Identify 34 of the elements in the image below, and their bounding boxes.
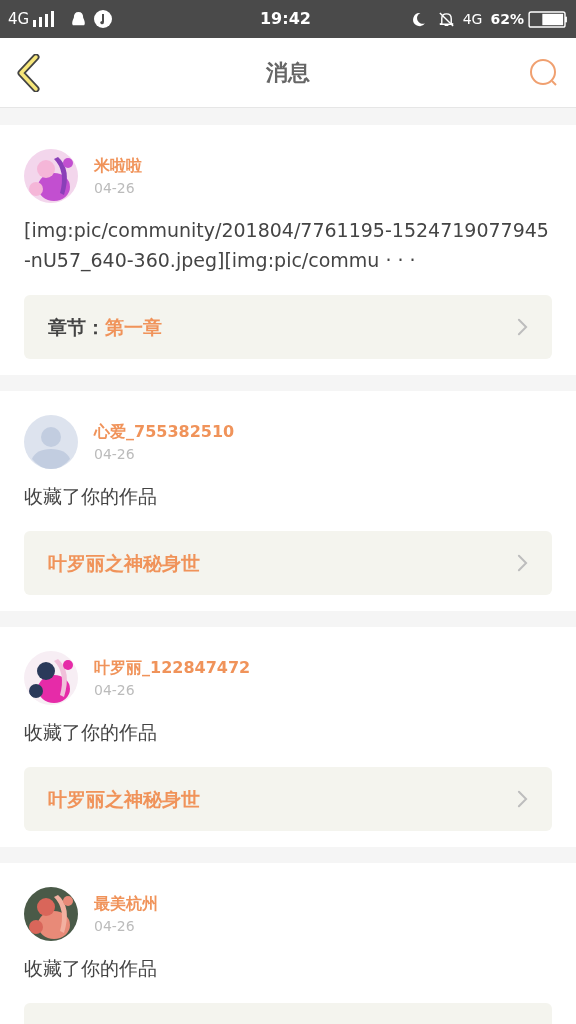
message-date: 04-26	[94, 916, 136, 936]
chevron-right-icon	[517, 318, 528, 336]
back-icon	[16, 53, 40, 92]
moon-icon	[410, 11, 426, 27]
music-icon	[94, 10, 113, 28]
muted-bell-icon	[437, 10, 455, 28]
message-text: [img:pic/community/201804/7761195-1524719077945-nU57_640-360.jpeg][img:pic/commu · · ·	[23, 218, 550, 274]
user-name[interactable]: 心爱_755382510	[94, 419, 235, 444]
network-label: 4G	[462, 9, 483, 29]
work-link[interactable]: 叶罗丽之神秘身世	[24, 767, 552, 831]
battery-percent: 62%	[490, 9, 524, 29]
page-title: 消息	[266, 59, 310, 87]
message-date: 04-26	[94, 444, 136, 464]
message-date: 04-26	[94, 178, 136, 198]
battery-icon	[528, 10, 568, 28]
work-title: 叶罗丽之神秘身世	[48, 786, 200, 812]
chevron-right-icon	[517, 790, 528, 808]
work-title: 叶罗丽之神秘身世	[48, 550, 200, 576]
message-text: 收藏了你的作品	[23, 484, 158, 509]
signal-icon	[33, 11, 56, 27]
message-text: 收藏了你的作品	[23, 720, 158, 745]
default-avatar-icon	[24, 415, 78, 469]
user-name[interactable]: 叶罗丽_122847472	[94, 655, 251, 680]
network-label: 4G	[8, 8, 30, 30]
user-name[interactable]: 最美杭州	[94, 891, 158, 916]
clock: 19:42	[258, 8, 311, 30]
chapter-label: 章节：	[48, 314, 105, 340]
message-date: 04-26	[94, 680, 136, 700]
chapter-title: 第一章	[105, 314, 162, 340]
chapter-link[interactable]: 章节：第一章	[24, 295, 552, 359]
chevron-right-icon	[517, 554, 528, 572]
user-name[interactable]: 米啦啦	[94, 153, 142, 178]
message-text: 收藏了你的作品	[23, 956, 158, 981]
work-link[interactable]: 叶罗丽之神秘身世	[24, 531, 552, 595]
